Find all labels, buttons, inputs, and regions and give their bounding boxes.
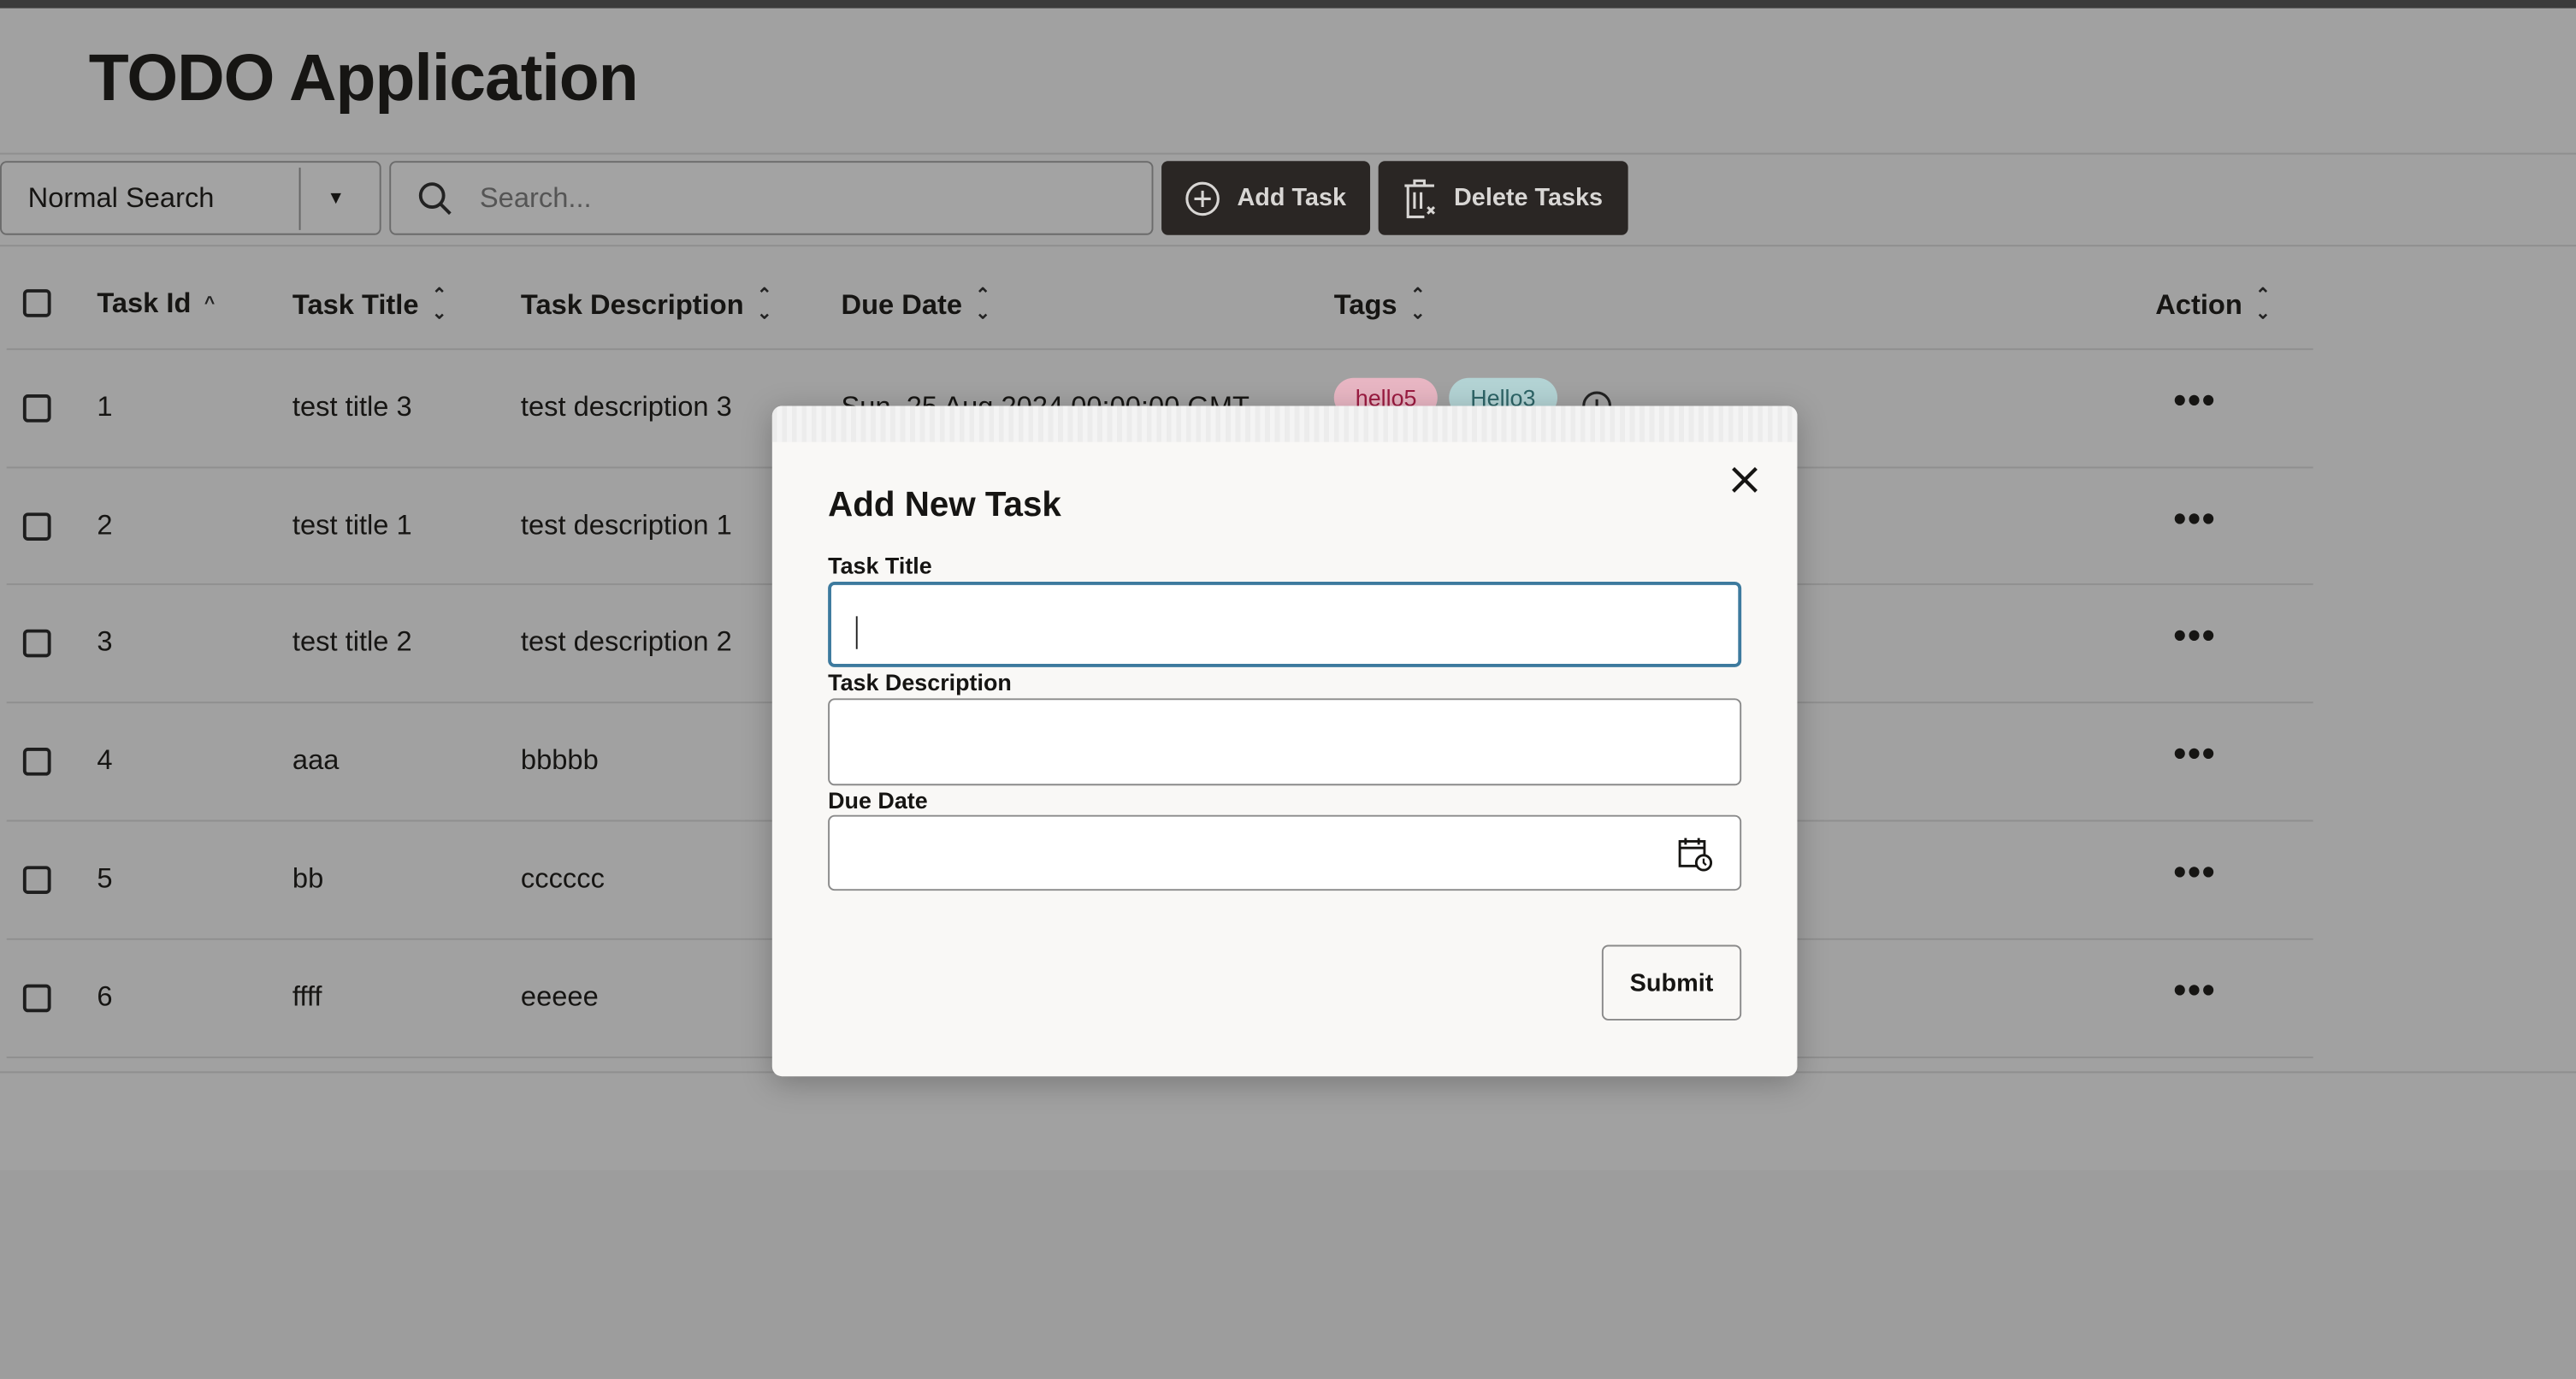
- sort-icon[interactable]: ⌃ ⌄: [757, 287, 772, 323]
- header-task-title[interactable]: Task Title ⌃ ⌄: [292, 287, 447, 323]
- header-label: Task Description: [520, 289, 744, 321]
- header-label: Due Date: [841, 289, 963, 321]
- task-title: ffff: [292, 980, 322, 1013]
- task-id: 1: [97, 391, 113, 423]
- dialog-title: Add New Task: [828, 486, 1061, 524]
- header-due-date[interactable]: Due Date ⌃ ⌄: [842, 287, 991, 323]
- sort-icon[interactable]: ⌃ ⌄: [432, 287, 447, 323]
- row-checkbox[interactable]: [22, 866, 51, 894]
- task-title-label: Task Title: [828, 552, 932, 579]
- header-label: Task Title: [292, 289, 419, 321]
- row-checkbox[interactable]: [22, 629, 51, 658]
- header-tags[interactable]: Tags ⌃ ⌄: [1334, 287, 1426, 323]
- task-description-input[interactable]: [828, 698, 1742, 786]
- task-title: bb: [292, 862, 324, 894]
- row-checkbox[interactable]: [22, 748, 51, 776]
- sort-icon[interactable]: ⌃ ⌄: [975, 287, 990, 323]
- calendar-icon[interactable]: [1677, 837, 1713, 873]
- submit-button[interactable]: Submit: [1601, 944, 1742, 1021]
- task-id: 4: [97, 744, 113, 776]
- plus-circle-icon: [1185, 181, 1220, 216]
- task-title-input[interactable]: [828, 581, 1742, 667]
- more-actions-icon[interactable]: •••: [2173, 614, 2216, 657]
- divider: [298, 166, 301, 229]
- add-task-button[interactable]: Add Task: [1161, 161, 1371, 235]
- sort-icon[interactable]: ⌃ ⌄: [1410, 287, 1426, 323]
- delete-tasks-label: Delete Tasks: [1453, 184, 1604, 212]
- sort-icon[interactable]: ⌃ ⌄: [2255, 287, 2271, 323]
- task-title: test title 1: [292, 509, 412, 541]
- task-description: bbbbb: [520, 744, 599, 776]
- trash-icon: [1404, 178, 1436, 218]
- header-task-description[interactable]: Task Description ⌃ ⌄: [521, 287, 772, 323]
- more-actions-icon[interactable]: •••: [2173, 969, 2216, 1012]
- app: TODO Application Normal Search ▼ Search.…: [0, 0, 2576, 1379]
- add-task-label: Add Task: [1237, 184, 1346, 212]
- delete-tasks-button[interactable]: Delete Tasks: [1378, 161, 1628, 235]
- header-task-id[interactable]: Task Id ^: [97, 287, 215, 320]
- select-all-checkbox[interactable]: [22, 289, 51, 317]
- top-bar: [0, 0, 2576, 9]
- task-title: test title 2: [292, 625, 412, 658]
- row-checkbox[interactable]: [22, 984, 51, 1013]
- add-task-dialog: Add New Task Task Title Task Description…: [771, 405, 1798, 1077]
- task-id: 6: [97, 980, 113, 1013]
- page-title: TODO Application: [88, 42, 639, 115]
- header-label: Task Id: [97, 287, 192, 319]
- header-action[interactable]: Action ⌃ ⌄: [2155, 287, 2271, 323]
- due-date-label: Due Date: [828, 787, 928, 814]
- more-actions-icon[interactable]: •••: [2173, 498, 2216, 541]
- task-description-label: Task Description: [828, 668, 1012, 695]
- task-id: 5: [97, 862, 113, 894]
- row-divider: [6, 348, 2313, 351]
- row-checkbox[interactable]: [22, 394, 51, 423]
- sort-ascending-icon[interactable]: ^: [204, 294, 215, 313]
- table-top-border: [0, 245, 2576, 247]
- search-mode-value: Normal Search: [27, 181, 215, 213]
- task-description: test description 3: [520, 391, 732, 423]
- header-label: Action: [2155, 289, 2242, 321]
- task-id: 2: [97, 509, 113, 541]
- more-actions-icon[interactable]: •••: [2173, 851, 2216, 894]
- row-checkbox[interactable]: [22, 512, 51, 541]
- submit-label: Submit: [1629, 968, 1714, 997]
- task-description: test description 2: [520, 625, 732, 658]
- header-label: Tags: [1333, 289, 1397, 321]
- footer-area: [0, 1169, 2576, 1379]
- search-mode-select[interactable]: Normal Search ▼: [0, 161, 381, 235]
- dialog-header-bar: [771, 405, 1798, 442]
- task-description: cccccc: [520, 862, 605, 894]
- search-input[interactable]: Search...: [389, 161, 1154, 235]
- divider: [0, 152, 2576, 155]
- search-placeholder: Search...: [479, 181, 592, 213]
- search-icon: [418, 181, 452, 215]
- task-title: aaa: [292, 744, 340, 776]
- due-date-input[interactable]: [828, 814, 1742, 891]
- more-actions-icon[interactable]: •••: [2173, 380, 2216, 423]
- task-id: 3: [97, 625, 113, 658]
- task-title: test title 3: [292, 391, 412, 423]
- close-icon[interactable]: [1730, 465, 1760, 495]
- text-cursor: [855, 616, 858, 649]
- task-description: eeeee: [520, 980, 599, 1013]
- more-actions-icon[interactable]: •••: [2173, 733, 2216, 776]
- chevron-down-icon[interactable]: ▼: [327, 188, 345, 208]
- task-description: test description 1: [520, 509, 732, 541]
